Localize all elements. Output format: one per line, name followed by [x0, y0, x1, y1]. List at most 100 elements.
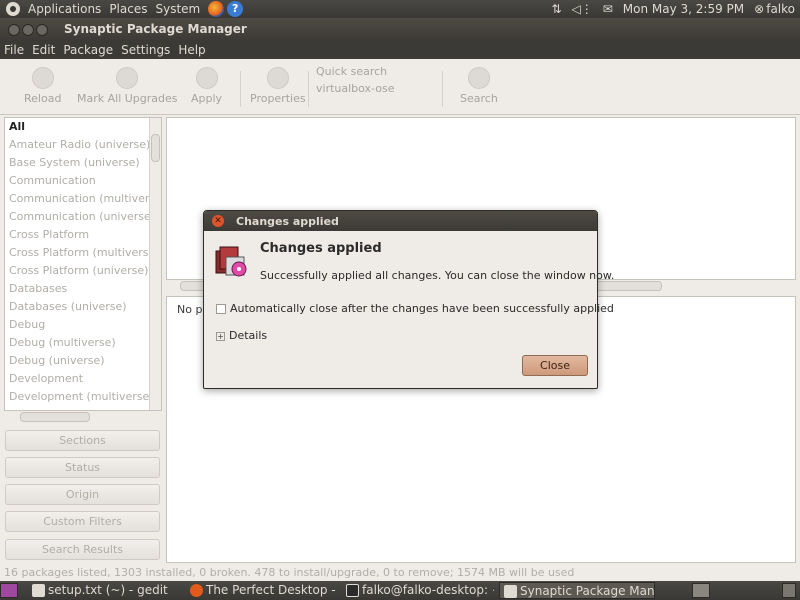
upgrade-icon [116, 67, 139, 89]
list-item[interactable]: Databases [5, 280, 161, 298]
properties-button[interactable]: Properties [250, 67, 306, 105]
list-item[interactable]: Base System (universe) [5, 154, 161, 172]
taskbar-item-gedit[interactable]: setup.txt (~) - gedit [28, 582, 188, 599]
synaptic-icon [504, 585, 517, 598]
clock[interactable]: Mon May 3, 2:59 PM [623, 2, 744, 16]
list-item[interactable]: Amateur Radio (universe) [5, 136, 161, 154]
list-item[interactable]: Cross Platform (universe) [5, 262, 161, 280]
session-icon[interactable]: ⊗ [754, 2, 764, 16]
taskbar-item-label: The Perfect Desktop - ... [206, 583, 336, 597]
sections-vertical-scrollbar[interactable] [149, 118, 161, 410]
quick-search-label: Quick search [316, 65, 388, 78]
firefox-launcher-icon[interactable] [208, 1, 225, 17]
list-item[interactable]: Communication [5, 172, 161, 190]
details-label: Details [229, 329, 268, 342]
top-panel: Applications Places System ? ⇅ ◁⋮ ✉ Mon … [0, 0, 800, 18]
list-item[interactable]: Debug (multiverse) [5, 334, 161, 352]
sections-filter-button[interactable]: Sections [5, 430, 160, 451]
window-title: Synaptic Package Manager [64, 22, 247, 36]
workspace-switcher[interactable] [692, 583, 710, 598]
system-tray: ⇅ ◁⋮ ✉ Mon May 3, 2:59 PM ⊗ falko [546, 0, 800, 18]
close-button[interactable]: Close [522, 355, 588, 376]
list-item[interactable]: Cross Platform [5, 226, 161, 244]
toolbar: Reload Mark All Upgrades Apply Propertie… [0, 59, 800, 115]
menubar: File Edit Package Settings Help [0, 41, 800, 59]
details-expander[interactable]: + Details [216, 329, 267, 342]
status-filter-button[interactable]: Status [5, 457, 160, 478]
close-icon[interactable]: ✕ [212, 215, 224, 227]
search-label: Search [460, 92, 498, 105]
user-name[interactable]: falko [766, 2, 795, 16]
toolbar-separator [240, 71, 241, 107]
list-item[interactable]: Databases (universe) [5, 298, 161, 316]
list-item[interactable]: Cross Platform (multiverse) [5, 244, 161, 262]
reload-label: Reload [24, 92, 62, 105]
mark-all-upgrades-label: Mark All Upgrades [77, 92, 178, 105]
minimize-window-icon[interactable] [22, 24, 34, 36]
list-item[interactable]: Development (multiverse) [5, 388, 161, 406]
mark-all-upgrades-button[interactable]: Mark All Upgrades [77, 67, 178, 105]
firefox-icon [190, 584, 203, 597]
show-desktop-icon[interactable] [0, 583, 18, 598]
apply-label: Apply [191, 92, 223, 105]
taskbar-item-terminal[interactable]: falko@falko-desktop: ~ [342, 582, 494, 599]
menu-edit[interactable]: Edit [28, 43, 59, 57]
status-bar: 16 packages listed, 1303 installed, 0 br… [4, 566, 575, 579]
applications-menu[interactable]: Applications [24, 2, 105, 16]
taskbar-item-synaptic[interactable]: Synaptic Package Mana... [499, 582, 655, 599]
menu-file[interactable]: File [0, 43, 28, 57]
window-titlebar[interactable]: Synaptic Package Manager [0, 18, 800, 41]
menu-package[interactable]: Package [59, 43, 117, 57]
trash-icon[interactable] [782, 583, 796, 598]
places-menu[interactable]: Places [105, 2, 151, 16]
reload-icon [31, 67, 54, 89]
dialog-message: Successfully applied all changes. You ca… [260, 269, 615, 282]
expand-plus-icon[interactable]: + [216, 332, 225, 341]
origin-filter-button[interactable]: Origin [5, 484, 160, 505]
sections-horizontal-scrollbar[interactable] [4, 411, 162, 423]
volume-icon[interactable]: ◁⋮ [572, 2, 593, 16]
dialog-heading: Changes applied [260, 241, 382, 256]
section-item-all[interactable]: All [5, 118, 161, 136]
menu-help[interactable]: Help [174, 43, 209, 57]
package-icon [215, 246, 247, 277]
taskbar-item-firefox[interactable]: The Perfect Desktop - ... [186, 582, 336, 599]
scrollbar-thumb[interactable] [151, 134, 160, 162]
sections-list[interactable]: All Amateur Radio (universe) Base System… [4, 117, 162, 411]
properties-icon [266, 67, 289, 89]
apply-button[interactable]: Apply [191, 67, 222, 105]
terminal-icon [346, 584, 359, 597]
auto-close-checkbox[interactable] [216, 304, 226, 314]
properties-label: Properties [250, 92, 306, 105]
ubuntu-logo-icon[interactable] [6, 2, 20, 16]
quick-search-input[interactable] [316, 80, 436, 96]
list-item[interactable]: Debug (universe) [5, 352, 161, 370]
custom-filters-button[interactable]: Custom Filters [5, 511, 160, 532]
auto-close-label[interactable]: Automatically close after the changes ha… [230, 302, 614, 315]
scrollbar-thumb[interactable] [20, 412, 90, 422]
toolbar-separator [442, 71, 443, 107]
search-icon [467, 67, 490, 89]
reload-button[interactable]: Reload [24, 67, 61, 105]
top-panel-menu: Applications Places System [24, 0, 204, 18]
list-item[interactable]: Debug [5, 316, 161, 334]
close-window-icon[interactable] [8, 24, 20, 36]
checkmark-icon [195, 67, 218, 89]
help-launcher-icon[interactable]: ? [227, 1, 244, 17]
list-item[interactable]: Communication (multiverse) [5, 190, 161, 208]
maximize-window-icon[interactable] [36, 24, 48, 36]
search-button[interactable]: Search [460, 67, 498, 105]
list-item[interactable]: Communication (universe) [5, 208, 161, 226]
menu-settings[interactable]: Settings [117, 43, 174, 57]
network-icon[interactable]: ⇅ [551, 2, 561, 16]
list-item[interactable]: Development [5, 370, 161, 388]
dialog-title: Changes applied [236, 215, 339, 228]
search-results-button[interactable]: Search Results [5, 539, 160, 560]
system-menu[interactable]: System [151, 2, 204, 16]
taskbar-item-label: Synaptic Package Mana... [520, 584, 655, 598]
dialog-titlebar[interactable]: ✕ Changes applied [204, 211, 597, 231]
taskbar-item-label: setup.txt (~) - gedit [48, 583, 168, 597]
gedit-icon [32, 584, 45, 597]
mail-icon[interactable]: ✉ [603, 2, 613, 16]
taskbar-item-label: falko@falko-desktop: ~ [362, 583, 494, 597]
